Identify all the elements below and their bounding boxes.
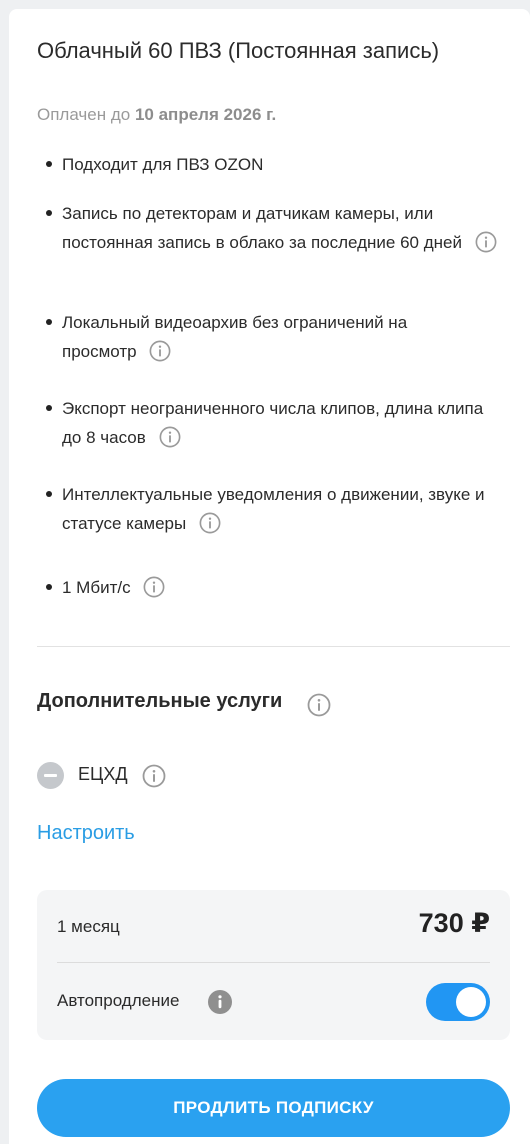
info-icon[interactable] xyxy=(143,576,165,598)
renew-subscription-button[interactable]: ПРОДЛИТЬ ПОДПИСКУ xyxy=(37,1079,510,1137)
section-divider xyxy=(37,646,510,647)
paid-until: Оплачен до 10 апреля 2026 г. xyxy=(37,105,276,125)
feature-text: Интеллектуальные уведомления о движении,… xyxy=(62,485,485,533)
bullet xyxy=(46,405,52,411)
feature-text: Подходит для ПВЗ OZON xyxy=(62,155,264,174)
info-icon[interactable] xyxy=(142,764,166,788)
bullet xyxy=(46,584,52,590)
feature-item: Подходит для ПВЗ OZON xyxy=(62,150,502,179)
extra-services-title: Дополнительные услуги xyxy=(37,690,283,712)
pricing-box: 1 месяц 730 ₽ Автопродление xyxy=(37,890,510,1040)
plan-title: Облачный 60 ПВЗ (Постоянная запись) xyxy=(37,38,440,63)
feature-item: 1 Мбит/с xyxy=(62,573,502,602)
bullet xyxy=(46,161,52,167)
price: 730 ₽ xyxy=(418,908,490,938)
toggle-knob xyxy=(456,987,486,1017)
info-icon[interactable] xyxy=(149,340,171,362)
feature-text: 1 Мбит/с xyxy=(62,578,131,597)
feature-item: Экспорт неограниченного числа клипов, дл… xyxy=(62,394,502,452)
info-icon[interactable] xyxy=(159,426,181,448)
feature-item: Локальный видеоархив без ограничений на … xyxy=(62,308,472,366)
remove-service-icon[interactable] xyxy=(37,762,64,789)
feature-text: Экспорт неограниченного числа клипов, дл… xyxy=(62,399,484,447)
info-icon[interactable] xyxy=(199,512,221,534)
bullet xyxy=(46,491,52,497)
bullet xyxy=(46,319,52,325)
feature-text: Запись по детекторам и датчикам камеры, … xyxy=(62,204,462,252)
feature-item: Запись по детекторам и датчикам камеры, … xyxy=(62,199,502,257)
bullet xyxy=(46,210,52,216)
feature-item: Интеллектуальные уведомления о движении,… xyxy=(62,480,492,538)
feature-text: Локальный видеоархив без ограничений на … xyxy=(62,313,408,361)
configure-link[interactable]: Настроить xyxy=(37,822,135,845)
paid-prefix: Оплачен до xyxy=(37,105,131,124)
billing-period: 1 месяц xyxy=(57,917,120,936)
pricing-divider xyxy=(57,962,490,963)
autorenew-toggle[interactable] xyxy=(426,983,490,1021)
paid-date: 10 апреля 2026 г. xyxy=(134,105,277,124)
info-icon[interactable] xyxy=(475,231,497,253)
service-label: ЕЦХД xyxy=(78,764,128,784)
info-filled-icon[interactable] xyxy=(207,989,233,1015)
info-icon[interactable] xyxy=(307,693,331,717)
autorenew-label: Автопродление xyxy=(57,991,180,1010)
